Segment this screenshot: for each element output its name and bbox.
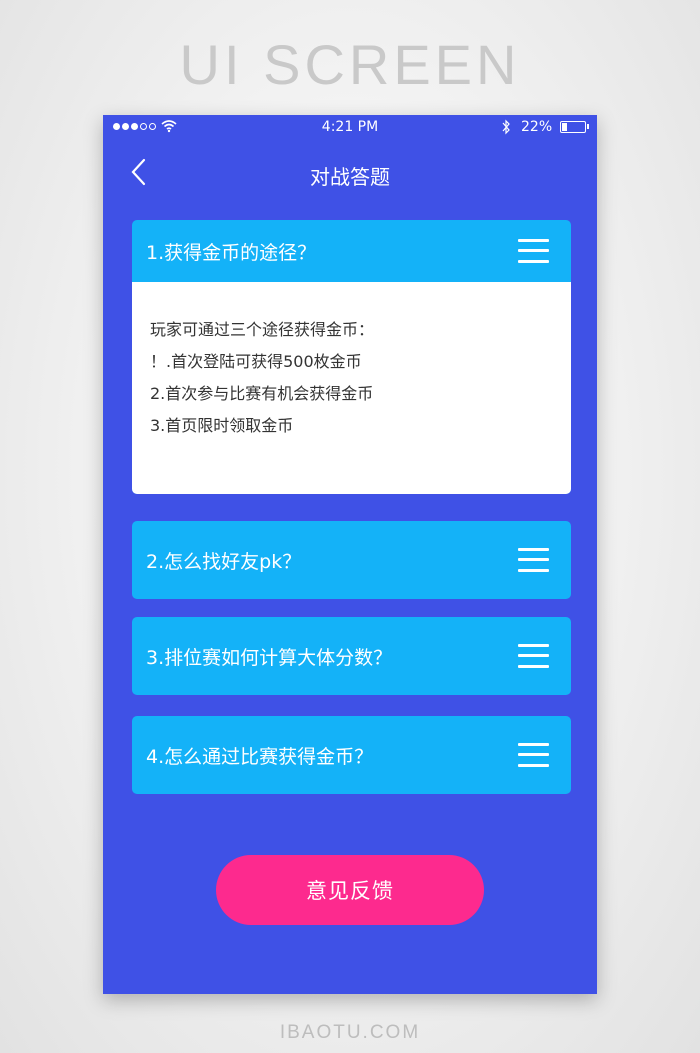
answer-line: ！.首次登陆可获得500枚金币 [150,352,362,371]
faq-item-2[interactable]: 2.怎么找好友pk？ [132,521,571,599]
faq-answer: 玩家可通过三个途径获得金币： ！.首次登陆可获得500枚金币 2.首次参与比赛有… [132,282,571,494]
banner-headline: UI SCREEN [179,33,521,96]
page-title: 对战答题 [310,165,390,189]
bluetooth-icon [502,119,510,135]
faq-item-3[interactable]: 3.排位赛如何计算大体分数？ [132,617,571,695]
faq-question: 3.排位赛如何计算大体分数？ [146,646,393,669]
faq-question-header[interactable]: 4.怎么通过比赛获得金币？ [132,716,571,794]
status-bar: 4:21 PM 22% [103,115,597,141]
hamburger-menu-icon[interactable] [518,644,549,668]
banner-footer: IBAOTU.COM [279,1022,421,1043]
faq-question-header[interactable]: 2.怎么找好友pk？ [132,521,571,599]
feedback-button[interactable]: 意见反馈 [216,855,484,925]
battery-icon [560,121,586,133]
hamburger-menu-icon[interactable] [518,239,549,263]
hamburger-menu-icon[interactable] [518,743,549,767]
faq-question: 2.怎么找好友pk？ [146,550,302,573]
faq-question-header[interactable]: 1.获得金币的途径？ [132,220,571,282]
faq-item-4[interactable]: 4.怎么通过比赛获得金币？ [132,716,571,794]
faq-question: 4.怎么通过比赛获得金币？ [146,745,374,768]
faq-item-1[interactable]: 1.获得金币的途径？ 玩家可通过三个途径获得金币： ！.首次登陆可获得500枚金… [132,220,571,494]
answer-line: 3.首页限时领取金币 [150,416,294,435]
nav-bar: 对战答题 [103,141,597,205]
faq-question: 1.获得金币的途径？ [146,241,317,264]
battery-percent: 22% [521,119,553,135]
answer-line: 2.首次参与比赛有机会获得金币 [150,384,374,403]
phone-screen: 4:21 PM 22% 对战答题 1.获得金币的途径？ 玩家可通过三个途径获得金… [103,115,597,994]
hamburger-menu-icon[interactable] [518,548,549,572]
answer-line: 玩家可通过三个途径获得金币： [150,320,375,339]
faq-question-header[interactable]: 3.排位赛如何计算大体分数？ [132,617,571,695]
